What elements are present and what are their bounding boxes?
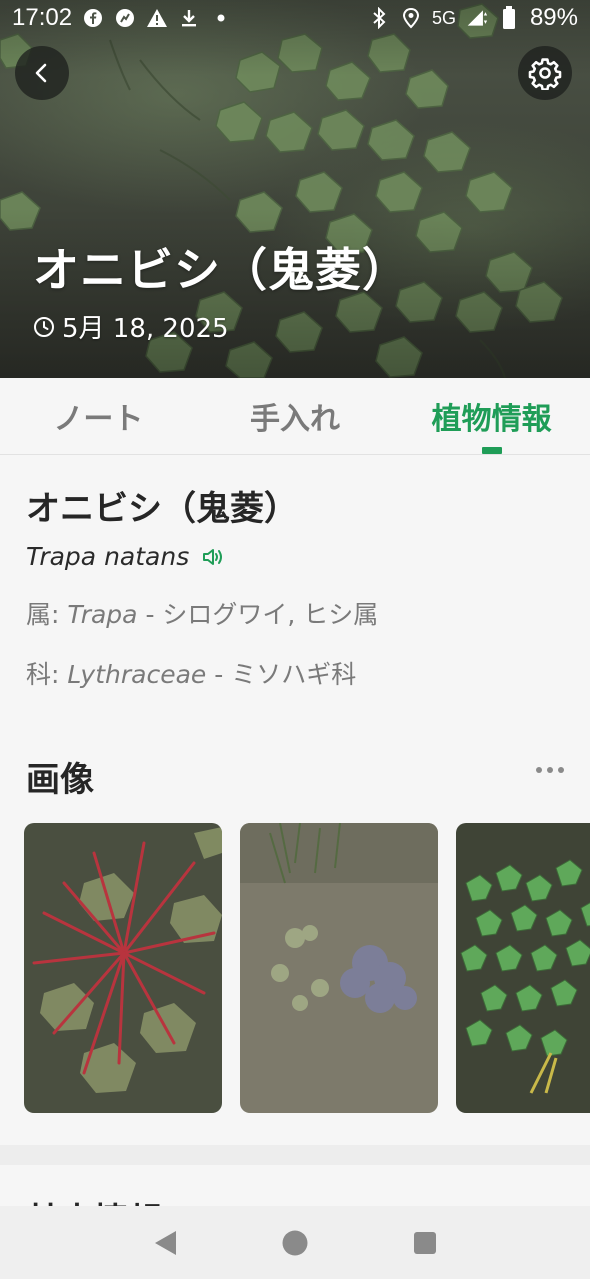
system-navigation-bar (0, 1206, 590, 1279)
circle-home-icon (282, 1230, 308, 1255)
square-recents-icon (414, 1231, 436, 1254)
tab-notes-label: ノート (53, 402, 144, 437)
facebook-icon (82, 7, 104, 29)
plant-name: オニビシ（鬼菱） (26, 489, 298, 529)
nav-home-button[interactable] (275, 1223, 315, 1263)
chevron-left-icon (35, 63, 47, 83)
gallery-image-2[interactable] (240, 823, 438, 1113)
back-button[interactable] (15, 46, 69, 100)
scientific-name-row: Trapa natans (26, 542, 225, 571)
status-time: 17:02 (12, 4, 73, 31)
network-type: 5G (431, 7, 456, 28)
page-title: オニビシ（鬼菱） (33, 243, 409, 297)
genus-common: - シログワイ, ヒシ属 (137, 600, 379, 629)
entry-date-text: 5月 18, 2025 (62, 314, 229, 344)
download-icon (178, 7, 200, 29)
dot-icon (210, 7, 232, 29)
gallery-image-3[interactable] (456, 823, 590, 1113)
tab-notes[interactable]: ノート (0, 378, 197, 454)
nav-recents-button[interactable] (405, 1223, 445, 1263)
status-bar: 17:02 5G 89% (0, 0, 590, 36)
plant-info-card: オニビシ（鬼菱） Trapa natans 属: Trapa - シログワイ, … (0, 455, 590, 1145)
tab-care-label: 手入れ (250, 402, 340, 437)
battery-icon (498, 6, 520, 29)
family-prefix: 科: (26, 660, 68, 689)
family-row: 科: Lythraceae - ミソハギ科 (26, 655, 356, 691)
activity-icon (114, 7, 136, 29)
speaker-icon[interactable] (201, 546, 225, 568)
tab-plant-info-label: 植物情報 (431, 402, 552, 437)
settings-button[interactable] (518, 46, 572, 100)
genus-prefix: 属: (26, 600, 68, 629)
battery-level: 89% (529, 4, 578, 31)
family-latin: Lythraceae (67, 660, 207, 689)
gallery-image-1[interactable] (24, 823, 222, 1113)
images-section-title: 画像 (26, 760, 94, 800)
warning-icon (146, 7, 168, 29)
scientific-name: Trapa natans (26, 542, 190, 571)
triangle-back-icon (155, 1230, 176, 1255)
bluetooth-icon (368, 7, 390, 29)
nav-back-button[interactable] (145, 1223, 185, 1263)
more-horizontal-icon[interactable] (536, 755, 564, 785)
signal-icon (466, 7, 488, 29)
location-icon (400, 7, 422, 29)
tab-bar: ノート 手入れ 植物情報 (0, 378, 590, 455)
entry-date: 5月 18, 2025 (32, 308, 229, 345)
tab-care[interactable]: 手入れ (197, 378, 394, 454)
genus-row: 属: Trapa - シログワイ, ヒシ属 (26, 595, 378, 631)
clock-icon (34, 316, 54, 337)
family-common: - ミソハギ科 (206, 660, 357, 689)
genus-latin: Trapa (67, 600, 138, 629)
tab-plant-info[interactable]: 植物情報 (393, 378, 590, 454)
active-tab-indicator (481, 447, 502, 454)
image-gallery[interactable] (24, 823, 590, 1113)
gear-icon (528, 58, 562, 90)
